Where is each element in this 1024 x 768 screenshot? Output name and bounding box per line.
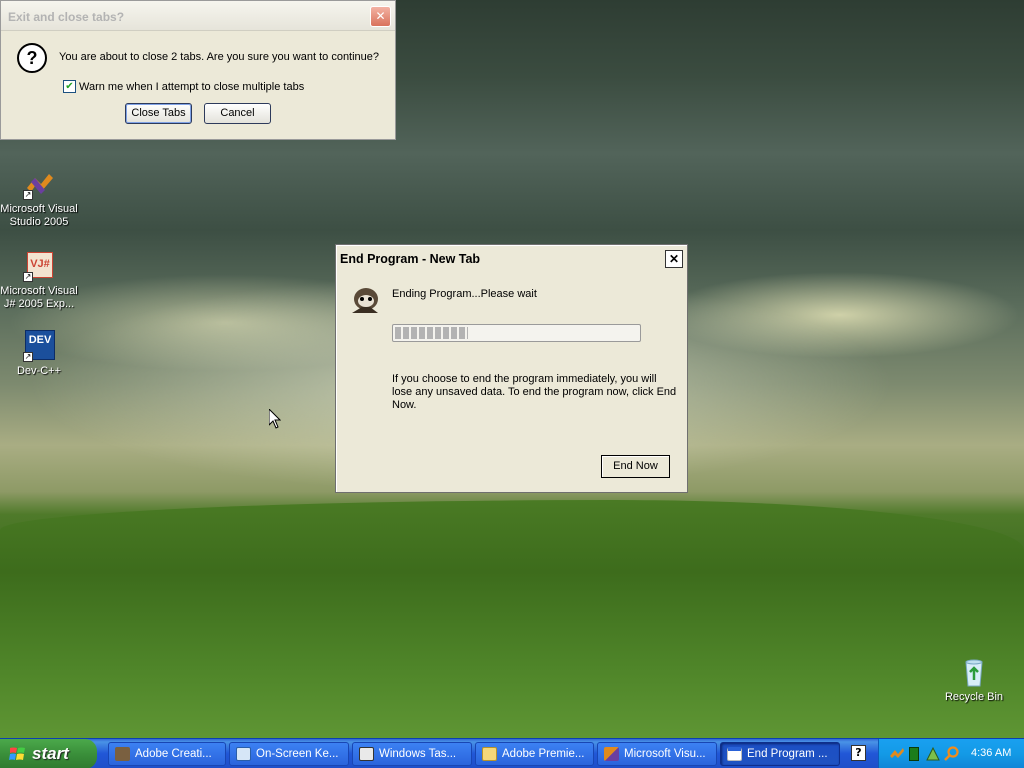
shortcut-arrow-icon: ↗	[23, 190, 33, 200]
taskbar-button-adobe-creative[interactable]: Adobe Creati...	[108, 742, 226, 766]
desktop-icon-recycle-bin[interactable]: Recycle Bin	[934, 656, 1014, 704]
end-progress-fill	[395, 327, 468, 339]
visual-studio-icon	[604, 747, 619, 761]
taskbar-button-microsoft-visual[interactable]: Microsoft Visu...	[597, 742, 717, 766]
network-tray-icon[interactable]	[925, 746, 941, 762]
taskbar-button-label: Microsoft Visu...	[624, 748, 706, 760]
end-program-description: If you choose to end the program immedia…	[392, 373, 677, 411]
cancel-button[interactable]: Cancel	[204, 103, 271, 124]
question-icon: ?	[17, 43, 47, 73]
desktop-hills	[0, 500, 1024, 740]
desktop-icon-label: Recycle Bin	[944, 691, 1004, 703]
end-program-dialog: End Program - New Tab ✕ Ending Program..…	[335, 244, 688, 493]
start-label: start	[32, 744, 69, 763]
folder-icon	[482, 747, 497, 761]
close-tabs-dialog: Exit and close tabs? ✕ ? You are about t…	[0, 0, 396, 140]
desktop-icon-label: Microsoft Visual	[0, 285, 78, 297]
taskbar: start Adobe Creati... On-Screen Ke... Wi…	[0, 738, 1024, 768]
taskbar-button-windows-task-manager[interactable]: Windows Tas...	[352, 742, 472, 766]
end-now-button[interactable]: End Now	[601, 455, 670, 478]
visual-studio-tray-icon[interactable]	[889, 746, 905, 762]
mouse-cursor-icon	[269, 409, 281, 429]
windows-flag-icon	[9, 747, 25, 760]
desktop-icon-label: J# 2005 Exp...	[3, 298, 75, 310]
help-icon[interactable]: ?	[851, 745, 866, 761]
desktop-icon-label: Microsoft Visual	[0, 203, 78, 215]
desktop-icon-devcpp[interactable]: DEV ↗ Dev-C++	[0, 330, 79, 378]
taskbar-button-label: End Program ...	[747, 748, 828, 760]
end-progress-bar	[392, 324, 641, 342]
program-icon	[348, 283, 382, 317]
taskbar-button-adobe-premiere[interactable]: Adobe Premie...	[475, 742, 594, 766]
taskbar-button-label: Adobe Creati...	[135, 748, 212, 760]
recycle-bin-icon	[958, 656, 990, 688]
ending-status: Ending Program...Please wait	[392, 288, 537, 300]
keyboard-icon	[236, 747, 251, 761]
devcpp-icon: DEV ↗	[23, 330, 55, 362]
taskbar-button-on-screen-keyboard[interactable]: On-Screen Ke...	[229, 742, 349, 766]
shortcut-arrow-icon: ↗	[23, 272, 33, 282]
desktop-icon-vjsharp[interactable]: VJ# ↗ Microsoft Visual J# 2005 Exp...	[0, 250, 79, 311]
end-program-title: End Program - New Tab	[340, 252, 481, 266]
visual-studio-icon: ↗	[23, 168, 55, 200]
shortcut-arrow-icon: ↗	[23, 352, 33, 362]
search-icon[interactable]	[943, 746, 959, 762]
close-tabs-title: Exit and close tabs?	[8, 10, 125, 24]
taskbar-button-label: Adobe Premie...	[502, 748, 585, 760]
start-button[interactable]: start	[0, 739, 97, 768]
clock: 4:36 AM	[971, 747, 1012, 759]
system-tray: 4:36 AM	[878, 739, 1024, 768]
close-icon[interactable]: ✕	[370, 6, 391, 27]
green-tray-icon[interactable]	[909, 747, 919, 761]
desktop-icon-visual-studio[interactable]: ↗ Microsoft Visual Studio 2005	[0, 168, 79, 229]
vjsharp-icon: VJ# ↗	[23, 250, 55, 282]
warn-checkbox[interactable]: ✔	[63, 80, 76, 93]
close-tabs-message: You are about to close 2 tabs. Are you s…	[59, 51, 380, 63]
close-tabs-button[interactable]: Close Tabs	[125, 103, 192, 124]
taskbar-button-end-program[interactable]: End Program ...	[720, 742, 840, 766]
close-tabs-titlebar: Exit and close tabs? ✕	[1, 1, 395, 31]
close-icon[interactable]: ✕	[665, 250, 683, 268]
warn-checkbox-label: Warn me when I attempt to close multiple…	[79, 81, 305, 93]
taskbar-button-label: On-Screen Ke...	[256, 748, 339, 760]
taskbar-button-label: Windows Tas...	[379, 748, 457, 760]
desktop-icon-label: Studio 2005	[9, 216, 69, 228]
adobe-icon	[115, 747, 130, 761]
window-icon	[727, 747, 742, 761]
desktop-icon-label: Dev-C++	[16, 365, 62, 377]
task-manager-icon	[359, 747, 374, 761]
